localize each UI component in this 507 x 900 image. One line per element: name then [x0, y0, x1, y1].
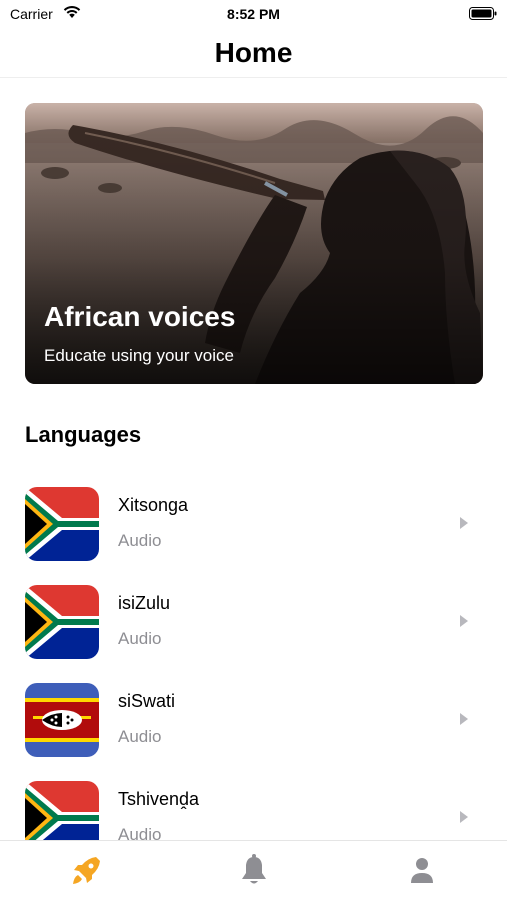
language-name: isiZulu — [118, 593, 171, 613]
list-item[interactable]: Xitsonga Audio — [0, 480, 507, 578]
language-list: Xitsonga Audio isiZulu Audio siSwati Aud… — [0, 480, 507, 840]
hero-title: African voices — [44, 301, 236, 332]
list-item[interactable]: Tshivenḓa Audio — [0, 774, 507, 840]
person-icon — [411, 858, 433, 883]
rocket-icon — [73, 857, 100, 884]
page-title: Home — [214, 37, 293, 68]
navigation-bar: Home — [0, 28, 507, 78]
battery-icon — [469, 7, 497, 20]
language-type: Audio — [118, 825, 162, 840]
language-type: Audio — [118, 531, 162, 550]
list-item[interactable]: siSwati Audio — [0, 676, 507, 774]
list-item[interactable]: isiZulu Audio — [0, 578, 507, 676]
hero-image — [25, 103, 483, 384]
chevron-right-icon — [460, 811, 468, 823]
south-africa-flag-icon — [25, 585, 99, 659]
tab-notifications[interactable] — [234, 851, 274, 891]
status-time: 8:52 PM — [227, 6, 280, 22]
language-name: siSwati — [118, 691, 176, 711]
tab-profile[interactable] — [402, 851, 442, 891]
south-africa-flag-icon — [25, 781, 99, 840]
status-bar: Carrier 8:52 PM — [0, 0, 507, 28]
language-name: Xitsonga — [118, 495, 189, 515]
south-africa-flag-icon — [25, 487, 99, 561]
languages-heading: Languages — [25, 422, 142, 447]
hero-subtitle: Educate using your voice — [44, 346, 234, 365]
tab-home[interactable] — [66, 851, 106, 891]
language-name: Tshivenḓa — [118, 789, 200, 809]
chevron-right-icon — [460, 713, 468, 725]
hero-card[interactable]: African voices Educate using your voice — [25, 103, 483, 384]
chevron-right-icon — [460, 517, 468, 529]
bell-icon — [242, 854, 266, 884]
tab-bar — [0, 840, 507, 900]
chevron-right-icon — [460, 615, 468, 627]
eswatini-flag-icon — [25, 683, 99, 757]
language-type: Audio — [118, 629, 162, 648]
language-type: Audio — [118, 727, 162, 746]
